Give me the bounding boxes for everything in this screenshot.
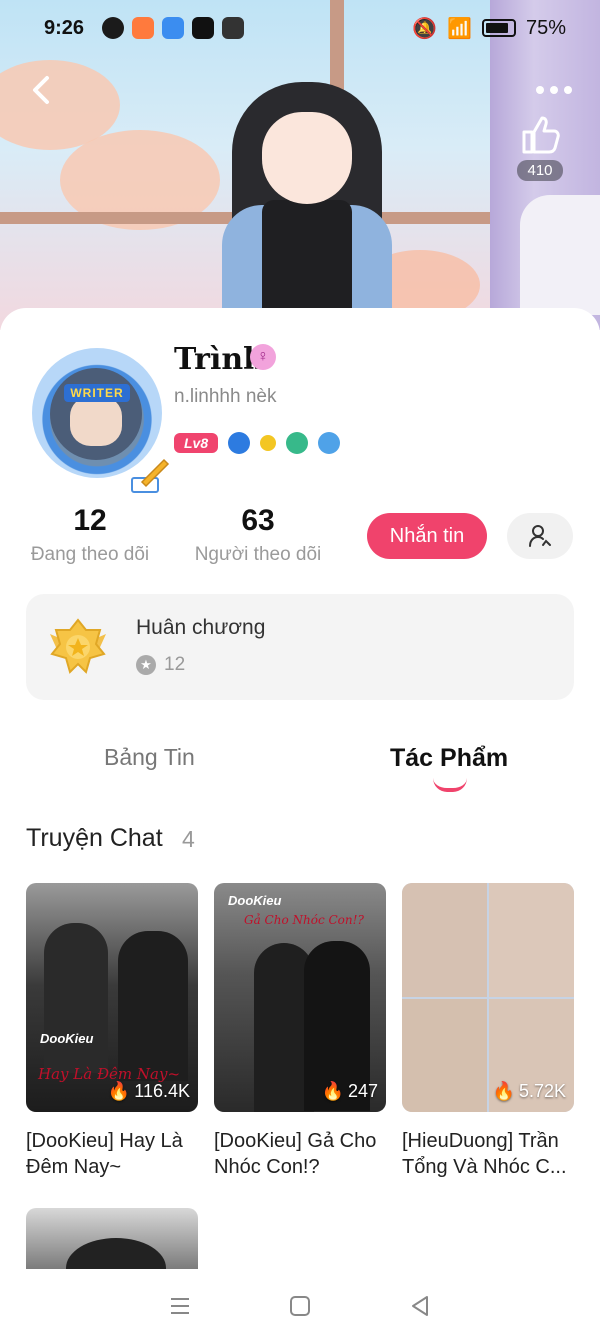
medal-icon — [50, 618, 106, 674]
avatar-image — [50, 368, 142, 460]
recent-apps-button[interactable] — [165, 1291, 195, 1321]
active-tab-indicator — [433, 778, 467, 792]
story-thumbnail-partial[interactable] — [26, 1208, 198, 1270]
section-title: Truyện Chat — [26, 824, 163, 852]
home-square-icon — [290, 1296, 310, 1316]
thumbnail-script: Gả Cho Nhóc Con!? — [244, 913, 364, 927]
writer-badge: WRITER — [64, 384, 130, 402]
messenger-icon — [102, 17, 125, 39]
battery-icon — [481, 19, 516, 37]
section-count: 4 — [182, 826, 195, 852]
follow-button[interactable] — [507, 513, 573, 559]
story-card[interactable]: DooKieu Gả Cho Nhóc Con!? 🔥 247 [DooKieu… — [214, 883, 386, 1180]
menu-icon — [171, 1298, 189, 1314]
person-silhouette — [44, 923, 108, 1073]
tiktok-icon — [192, 17, 215, 39]
thumbs-up-icon — [522, 116, 560, 154]
pen-icon — [131, 458, 170, 493]
hexagon-badge-icon[interactable] — [318, 432, 341, 454]
status-time: 9:26 — [44, 16, 85, 39]
sofa — [520, 195, 600, 315]
medals-count-row: ★ 12 — [136, 654, 185, 676]
medals-count: 12 — [164, 654, 186, 675]
more-options-button[interactable] — [534, 70, 574, 110]
fire-icon: 🔥 — [321, 1081, 344, 1101]
status-bar: 9:26 🔕 📶 75% — [0, 0, 600, 56]
coin-badge-icon[interactable] — [260, 435, 277, 451]
capcut-icon — [222, 17, 245, 39]
medals-title: Huân chương — [136, 616, 266, 639]
like-count: 410 — [517, 160, 563, 181]
followers-label: Người theo dõi — [194, 544, 322, 565]
profile-card: WRITER Trình ♀ n.linhhh nèk Lv8 12 Đang … — [0, 308, 600, 1288]
character-face — [262, 112, 352, 204]
mute-icon: 🔕 — [412, 17, 438, 40]
system-back-button[interactable] — [405, 1291, 435, 1321]
system-navigation-bar — [0, 1269, 600, 1343]
level-badge[interactable]: Lv8 — [174, 433, 219, 453]
badge-row: Lv8 — [174, 432, 341, 454]
fire-icon: 🔥 — [107, 1081, 131, 1101]
system-status: 🔕 📶 75% — [412, 16, 566, 41]
add-user-icon — [529, 525, 551, 547]
photo-tile — [402, 999, 487, 1112]
star-icon: ★ — [136, 655, 156, 675]
thumbnail-brand: DooKieu — [40, 1031, 94, 1046]
tab-feed[interactable]: Bảng Tin — [104, 744, 195, 771]
view-count: 🔥 247 — [322, 1081, 378, 1102]
story-card[interactable]: DooKieu Hay Là Đêm Nay~ 🔥 116.4K [DooKie… — [26, 883, 198, 1180]
medals-panel[interactable]: Huân chương ★ 12 — [26, 594, 574, 700]
battery-percent: 75% — [525, 16, 566, 39]
like-button[interactable]: 410 — [512, 112, 568, 181]
photo-tile — [402, 883, 487, 997]
triangle-back-icon — [412, 1296, 428, 1316]
story-title: [DooKieu] Hay Là Đêm Nay~ — [26, 1130, 183, 1178]
female-gender-icon: ♀ — [250, 344, 276, 370]
tab-works[interactable]: Tác Phẩm — [390, 744, 508, 773]
notification-icons — [102, 17, 245, 39]
following-count: 12 — [73, 504, 107, 537]
profile-handle: n.linhhh nèk — [174, 386, 277, 407]
message-button[interactable]: Nhắn tin — [367, 513, 487, 559]
wifi-icon: 📶 — [447, 17, 472, 40]
app-icon — [162, 17, 185, 39]
back-button[interactable] — [22, 70, 62, 110]
followers-stat[interactable]: 63 Người theo dõi — [178, 504, 338, 566]
avatar[interactable]: WRITER — [32, 348, 170, 493]
view-count: 🔥 116.4K — [108, 1081, 190, 1102]
photo-tile — [489, 883, 574, 997]
leaf-badge-icon[interactable] — [286, 432, 309, 454]
story-thumbnail: DooKieu Hay Là Đêm Nay~ 🔥 116.4K — [26, 883, 198, 1112]
story-title: [DooKieu] Gả Cho Nhóc Con!? — [214, 1130, 377, 1178]
story-title: [HieuDuong] Trần Tổng Và Nhóc C... — [402, 1130, 567, 1178]
ellipsis-icon — [536, 86, 572, 94]
photos-app-icon — [132, 17, 155, 39]
followers-count: 63 — [241, 504, 275, 537]
following-label: Đang theo dõi — [30, 544, 150, 565]
story-thumbnail: 🔥 5.72K — [402, 883, 574, 1112]
story-card[interactable]: 🔥 5.72K [HieuDuong] Trần Tổng Và Nhóc C.… — [402, 883, 574, 1180]
water-drop-badge-icon[interactable] — [228, 432, 251, 454]
chevron-left-icon — [33, 76, 49, 104]
thumbnail-brand: DooKieu — [228, 893, 282, 908]
story-thumbnail: DooKieu Gả Cho Nhóc Con!? 🔥 247 — [214, 883, 386, 1112]
view-count-value: 247 — [347, 1081, 378, 1101]
home-button[interactable] — [285, 1291, 315, 1321]
view-count: 🔥 5.72K — [493, 1081, 566, 1102]
view-count-value: 5.72K — [518, 1081, 566, 1101]
following-stat[interactable]: 12 Đang theo dõi — [10, 504, 170, 566]
fire-icon: 🔥 — [492, 1081, 515, 1101]
person-silhouette — [118, 931, 188, 1081]
view-count-value: 116.4K — [134, 1081, 190, 1101]
